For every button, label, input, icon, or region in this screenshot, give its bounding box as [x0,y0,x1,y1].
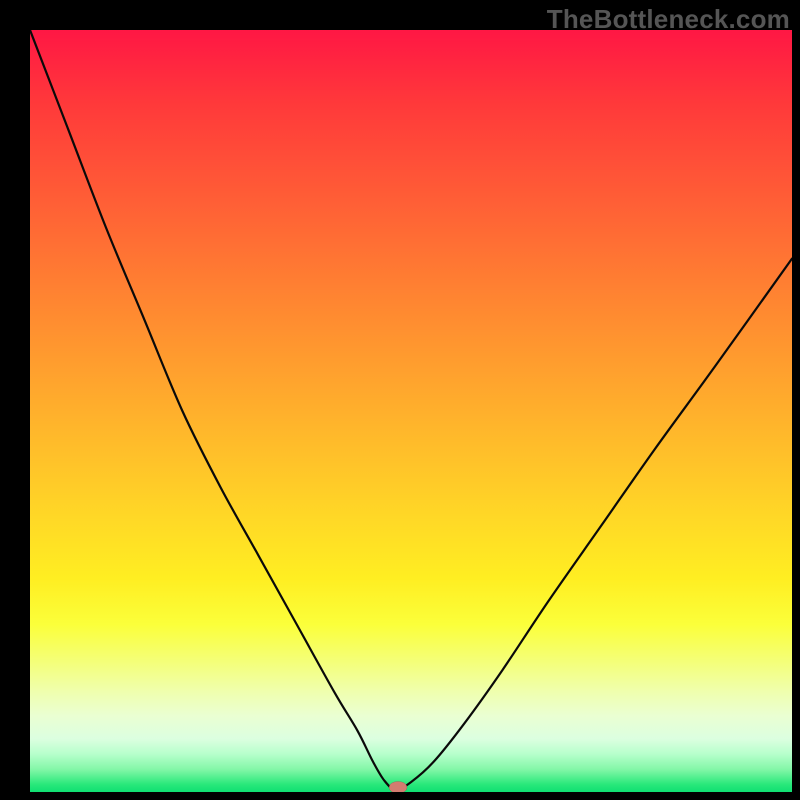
chart-canvas: TheBottleneck.com [0,0,800,800]
sweet-spot-marker [389,781,407,792]
bottleneck-curve [30,30,792,790]
plot-svg [30,30,792,792]
plot-area [30,30,792,792]
